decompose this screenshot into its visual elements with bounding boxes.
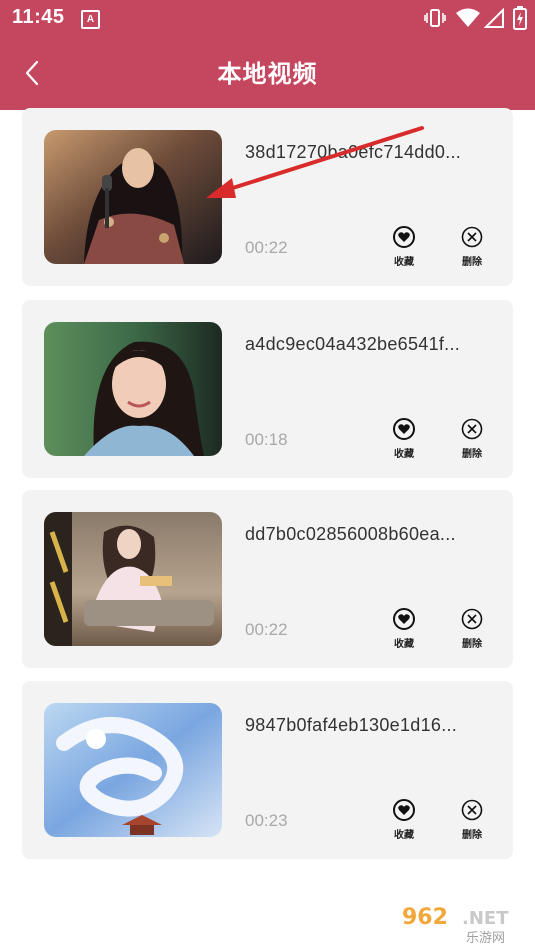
video-duration: 00:23 [245,811,288,830]
heart-icon [393,608,415,630]
heart-icon [393,799,415,821]
favorite-button[interactable]: 收藏 [384,226,424,268]
delete-button[interactable]: 删除 [452,418,492,460]
video-duration: 00:22 [245,238,288,257]
video-thumbnail[interactable] [44,512,222,646]
favorite-button[interactable]: 收藏 [384,799,424,841]
svg-text:乐游网: 乐游网 [466,931,505,946]
favorite-label: 收藏 [394,830,414,841]
status-bar: 11:45 A [0,0,535,36]
signal-icon [484,8,504,28]
favorite-label: 收藏 [394,449,414,460]
vibrate-icon [424,9,446,27]
favorite-button[interactable]: 收藏 [384,418,424,460]
video-filename: 9847b0faf4eb130e1d16... [245,715,458,735]
video-thumbnail[interactable] [44,703,222,837]
heart-icon [393,226,415,248]
delete-button[interactable]: 删除 [452,226,492,268]
svg-text:.NET: .NET [462,908,509,929]
delete-label: 删除 [462,639,482,650]
video-filename: dd7b0c02856008b60ea... [245,524,456,544]
video-filename: 38d17270ba0efc714dd0... [245,142,462,162]
wifi-icon [456,8,480,27]
app-header: 11:45 A 本地视频 [0,0,535,110]
video-card[interactable]: 38d17270ba0efc714dd0... 00:22 收藏 删除 [22,108,513,286]
watermark-logo: 962 .NET 乐游网 [396,900,530,946]
video-card[interactable]: 9847b0faf4eb130e1d16... 00:23 收藏 删除 [22,681,513,859]
video-duration: 00:18 [245,430,288,449]
favorite-label: 收藏 [394,257,414,268]
close-circle-icon [461,608,483,630]
delete-button[interactable]: 删除 [452,799,492,841]
video-thumbnail[interactable] [44,322,222,456]
status-time: 11:45 [12,6,65,28]
favorite-label: 收藏 [394,639,414,650]
delete-label: 删除 [462,257,482,268]
page-title: 本地视频 [217,61,318,88]
video-filename: a4dc9ec04a432be6541f... [245,334,461,354]
delete-label: 删除 [462,449,482,460]
video-card[interactable]: a4dc9ec04a432be6541f... 00:18 收藏 删除 [22,300,513,478]
favorite-button[interactable]: 收藏 [384,608,424,650]
video-thumbnail[interactable] [44,130,222,264]
notification-icon: A [81,10,100,29]
delete-button[interactable]: 删除 [452,608,492,650]
battery-icon [513,6,527,30]
close-circle-icon [461,799,483,821]
close-circle-icon [461,226,483,248]
delete-label: 删除 [462,830,482,841]
svg-text:962: 962 [402,905,448,930]
close-circle-icon [461,418,483,440]
heart-icon [393,418,415,440]
video-duration: 00:22 [245,620,288,639]
video-card[interactable]: dd7b0c02856008b60ea... 00:22 收藏 删除 [22,490,513,668]
